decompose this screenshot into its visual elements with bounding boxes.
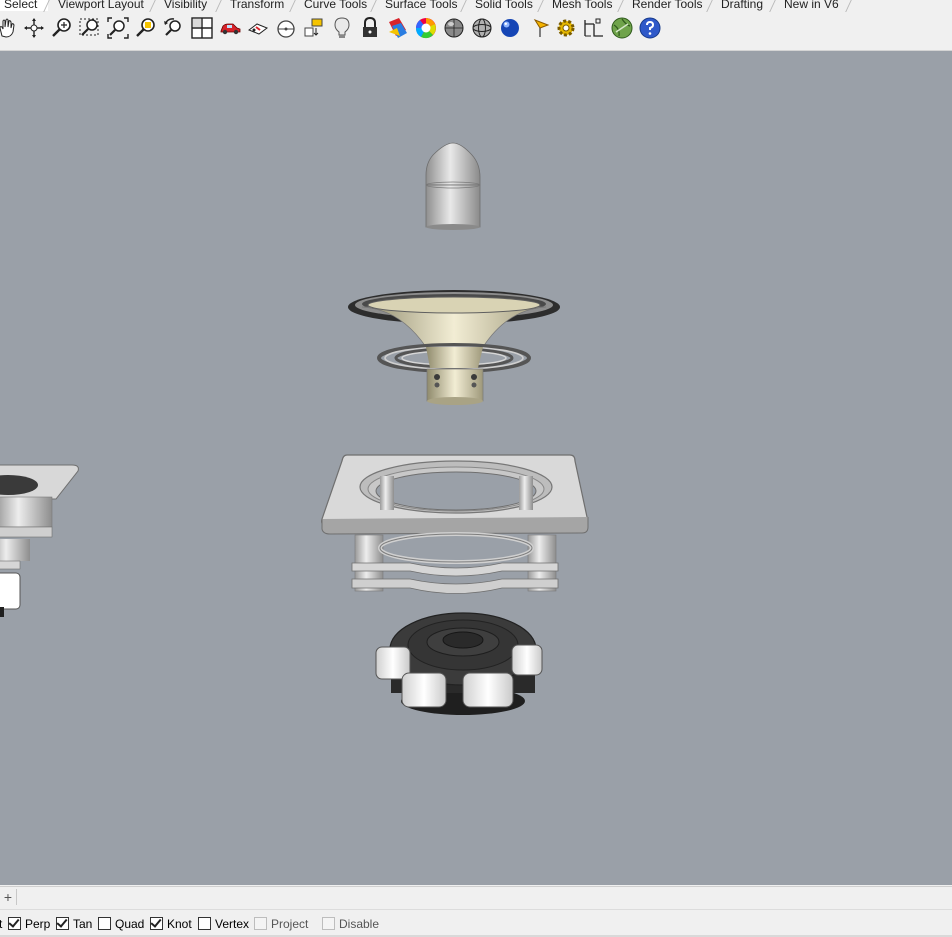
checkbox-icon[interactable] xyxy=(322,917,335,930)
tab-solid-tools[interactable]: Solid Tools xyxy=(475,0,533,11)
tab-new-in-v6[interactable]: New in V6 xyxy=(784,0,839,11)
color-swatch-icon[interactable] xyxy=(386,16,410,40)
checkbox-icon[interactable] xyxy=(254,917,267,930)
align-objects-icon[interactable] xyxy=(302,16,326,40)
checkbox-icon[interactable] xyxy=(98,917,111,930)
osnap-bar: t Perp Tan Quad Knot Vertex Project Disa… xyxy=(0,909,952,937)
checkbox-icon[interactable] xyxy=(8,916,21,930)
rotate-view-icon[interactable] xyxy=(22,16,46,40)
tab-mesh-tools[interactable]: Mesh Tools xyxy=(552,0,612,11)
osnap-disable[interactable]: Disable xyxy=(322,916,379,932)
zoom-selected-icon[interactable] xyxy=(134,16,158,40)
tab-viewport-layout[interactable]: Viewport Layout xyxy=(58,0,144,11)
dimension-icon[interactable] xyxy=(582,16,606,40)
osnap-quad[interactable]: Quad xyxy=(98,916,144,932)
four-viewports-icon[interactable] xyxy=(190,16,214,40)
ribbon-tab-bar: Select Viewport Layout Visibility Transf… xyxy=(0,0,952,12)
light-bulb-icon[interactable] xyxy=(330,16,354,40)
tab-transform[interactable]: Transform xyxy=(230,0,284,11)
cone-surround-assembly[interactable] xyxy=(348,290,560,405)
checkbox-icon[interactable] xyxy=(198,917,211,930)
car-named-view-icon[interactable] xyxy=(218,16,242,40)
tab-select[interactable]: Select xyxy=(0,0,48,11)
basket-frame[interactable] xyxy=(321,454,589,594)
standard-toolbar xyxy=(0,12,952,51)
checkbox-icon[interactable] xyxy=(150,916,163,930)
osnap-project[interactable]: Project xyxy=(254,916,308,932)
lock-icon[interactable] xyxy=(358,16,382,40)
tab-visibility[interactable]: Visibility xyxy=(164,0,207,11)
zoom-window-icon[interactable] xyxy=(78,16,102,40)
ghosted-sphere-icon[interactable] xyxy=(470,16,494,40)
tab-render-tools[interactable]: Render Tools xyxy=(632,0,703,11)
tab-drafting[interactable]: Drafting xyxy=(721,0,763,11)
magnet-motor[interactable] xyxy=(375,612,543,715)
options-gear-icon[interactable] xyxy=(554,16,578,40)
osnap-perp[interactable]: Perp xyxy=(8,916,50,932)
tab-surface-tools[interactable]: Surface Tools xyxy=(385,0,458,11)
globe-icon[interactable] xyxy=(610,16,634,40)
pan-hand-icon[interactable] xyxy=(0,16,18,40)
viewport-tab-bar: + xyxy=(0,886,952,909)
partial-assembly-left[interactable] xyxy=(0,464,79,617)
tab-curve-tools[interactable]: Curve Tools xyxy=(304,0,367,11)
dust-cap[interactable] xyxy=(425,142,481,230)
color-wheel-icon[interactable] xyxy=(414,16,438,40)
shaded-sphere-icon[interactable] xyxy=(442,16,466,40)
clipping-plane-icon[interactable] xyxy=(246,16,270,40)
zoom-extents-icon[interactable] xyxy=(106,16,130,40)
rendered-sphere-icon[interactable] xyxy=(498,16,522,40)
zoom-dynamic-icon[interactable] xyxy=(50,16,74,40)
checkbox-icon[interactable] xyxy=(56,916,69,930)
add-viewport-tab-button[interactable]: + xyxy=(0,889,17,905)
undo-view-icon[interactable] xyxy=(162,16,186,40)
osnap-vertex[interactable]: Vertex xyxy=(198,916,249,932)
perspective-viewport[interactable] xyxy=(0,51,952,885)
osnap-tan[interactable]: Tan xyxy=(56,916,92,932)
osnap-knot[interactable]: Knot xyxy=(150,916,192,932)
viewport-canvas xyxy=(0,142,589,715)
target-icon[interactable] xyxy=(274,16,298,40)
osnap-cut-label: t xyxy=(0,917,3,931)
spotlight-icon[interactable] xyxy=(530,16,554,40)
help-icon[interactable] xyxy=(638,16,662,40)
